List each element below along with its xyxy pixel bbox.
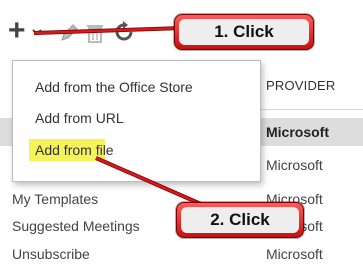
callout-step-2-text: 2. Click (181, 207, 299, 233)
provider-column-header[interactable]: PROVIDER (256, 62, 363, 110)
table-row[interactable]: Unsubscribe Microsoft (0, 240, 363, 267)
menu-item-add-from-url[interactable]: Add from URL (35, 110, 124, 126)
callout-step-1: 1. Click (174, 14, 314, 50)
pencil-icon[interactable] (58, 22, 80, 44)
row-name: My Templates (12, 191, 99, 207)
menu-item-add-from-office-store[interactable]: Add from the Office Store (35, 79, 193, 95)
callout-step-2: 2. Click (176, 202, 304, 238)
chevron-down-icon[interactable] (32, 28, 42, 36)
row-name: Unsubscribe (12, 246, 90, 262)
callout-step-1-text: 1. Click (179, 19, 309, 45)
add-dropdown-menu: Add from the Office Store Add from URL A… (12, 60, 261, 182)
row-provider: Microsoft (266, 157, 323, 173)
refresh-icon[interactable] (112, 20, 136, 44)
row-provider: Microsoft (266, 246, 323, 262)
menu-item-add-from-file[interactable]: Add from file (35, 142, 114, 158)
row-provider: Microsoft (266, 124, 329, 140)
row-name: Suggested Meetings (12, 218, 140, 234)
trash-icon[interactable] (86, 22, 104, 44)
plus-icon[interactable]: + (8, 16, 34, 46)
